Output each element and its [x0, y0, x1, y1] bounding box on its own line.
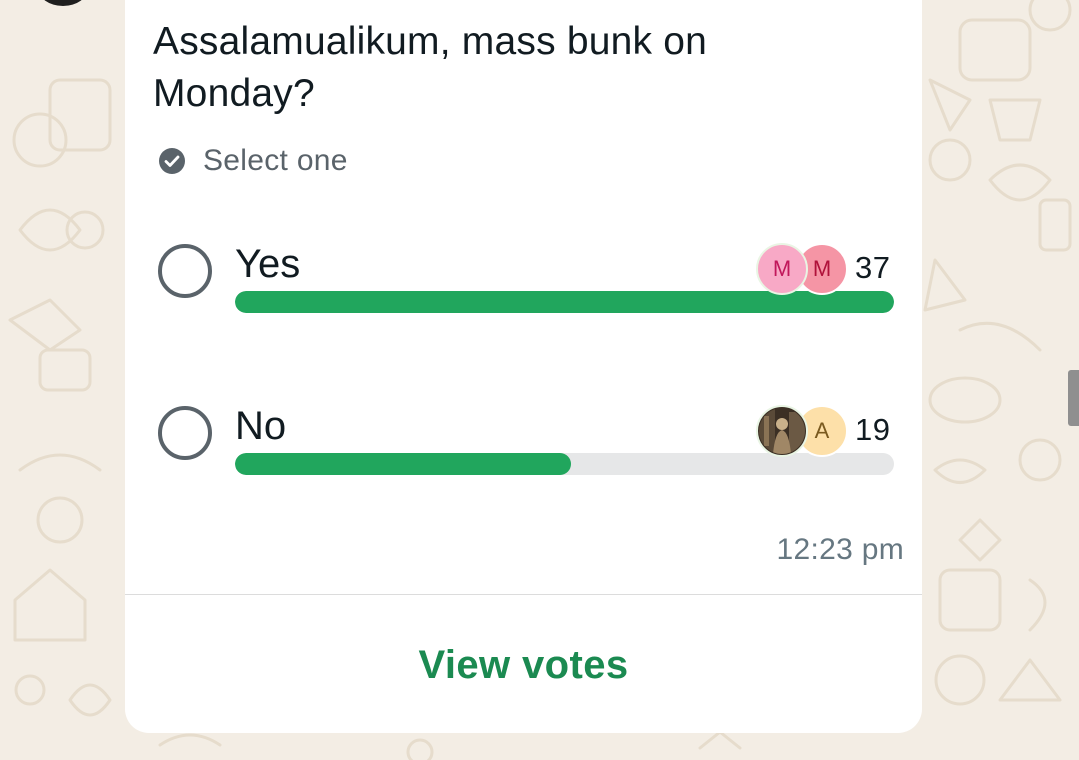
- vote-count-no: 19: [855, 412, 891, 447]
- voter-initial: M: [772, 256, 792, 281]
- view-votes-button[interactable]: View votes: [125, 610, 922, 720]
- progress-track-no: [235, 453, 894, 475]
- voter-avatars-no[interactable]: A: [756, 405, 856, 459]
- option-label-yes: Yes: [235, 242, 301, 286]
- progress-fill-no: [235, 453, 572, 475]
- radio-button-no[interactable]: [158, 406, 212, 460]
- radio-button-yes[interactable]: [158, 244, 212, 298]
- vote-count-yes: 37: [855, 250, 891, 285]
- check-circle-icon: [159, 148, 185, 174]
- voter-avatars-yes[interactable]: M M: [756, 243, 856, 297]
- message-timestamp: 12:23 pm: [776, 533, 904, 566]
- profile-photo-icon: [759, 408, 805, 454]
- voter-avatar: M: [756, 243, 808, 295]
- progress-track-yes: [235, 291, 894, 313]
- option-label-no: No: [235, 404, 287, 448]
- voter-initial: A: [814, 418, 830, 443]
- poll-question: Assalamualikum, mass bunk on Monday?: [153, 20, 707, 115]
- select-hint-label: Select one: [203, 144, 348, 177]
- poll-option-yes[interactable]: Yes M M 37: [125, 238, 922, 368]
- poll-option-no[interactable]: No A 19: [125, 400, 922, 530]
- divider: [125, 594, 922, 595]
- progress-fill-yes: [235, 291, 894, 313]
- scrollbar-thumb[interactable]: [1068, 370, 1079, 426]
- voter-photo-avatar: [756, 405, 808, 457]
- select-one-hint: Select one: [158, 141, 348, 181]
- voter-initial: M: [812, 256, 832, 281]
- poll-message-bubble: Assalamualikum, mass bunk on Monday? Sel…: [125, 0, 922, 733]
